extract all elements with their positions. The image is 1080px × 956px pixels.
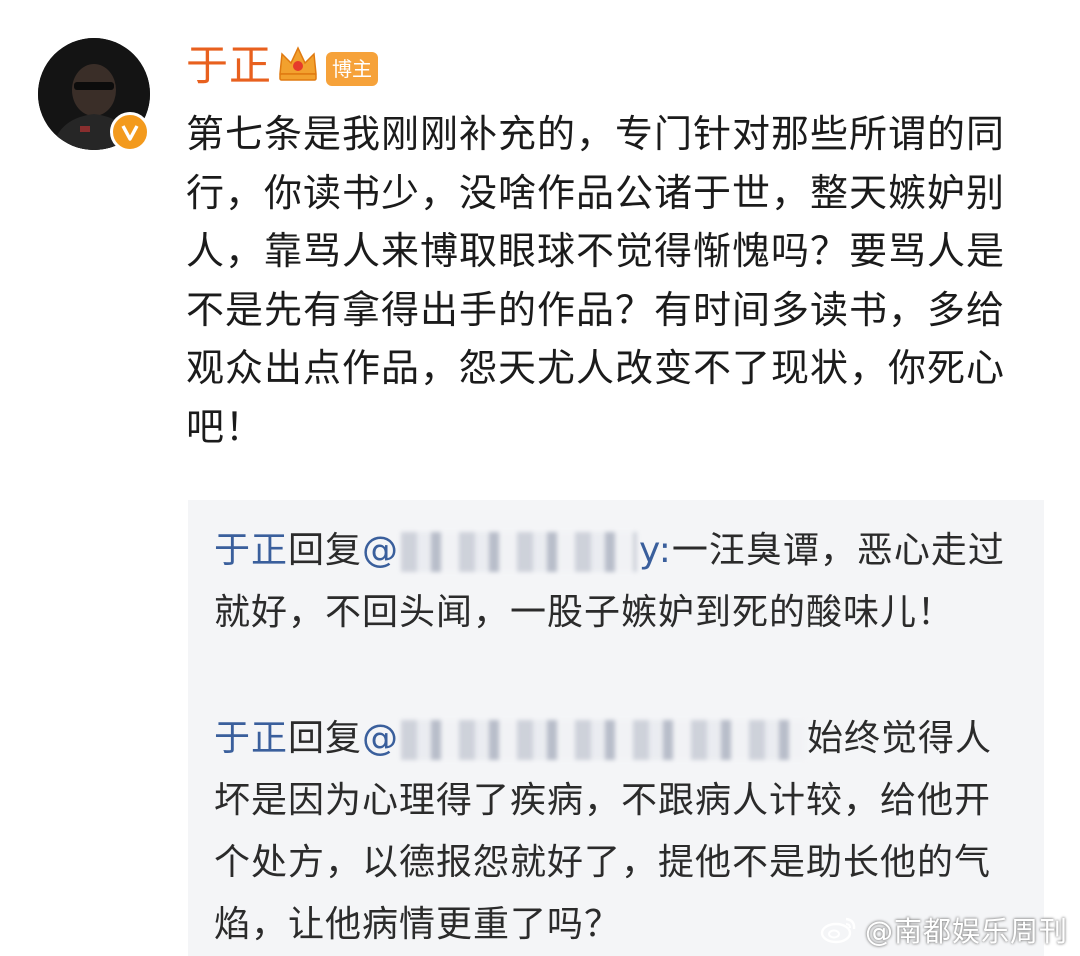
verified-v-icon [110, 112, 150, 152]
reply-verb: 回复 [288, 718, 363, 759]
reply-item: 于正回复@ y:一汪臭谭，恶心走过就好，不回头闻，一股子嫉妒到死的酸味儿！ [214, 520, 1014, 644]
reply-author[interactable]: 于正 [214, 718, 288, 759]
watermark: @南都娱乐周刊 [819, 912, 1068, 948]
weibo-post-card: 于正 博主 第七条是我刚刚补充的，专门针对那些所谓的同行，你读书少，没啥作品公诸… [0, 0, 1080, 956]
weibo-logo-icon [820, 917, 856, 944]
reply-mention[interactable]: @ y: [362, 530, 672, 572]
reply-verb: 回复 [288, 530, 363, 571]
blogger-badge: 博主 [326, 52, 378, 86]
crown-icon [279, 46, 317, 81]
reply-author[interactable]: 于正 [214, 530, 288, 571]
reply-mention[interactable]: @ [362, 718, 807, 760]
watermark-text: @南都娱乐周刊 [864, 915, 1068, 948]
blurred-username [401, 532, 638, 572]
post-text: 第七条是我刚刚补充的，专门针对那些所谓的同行，你读书少，没啥作品公诸于世，整天嫉… [186, 112, 1006, 449]
quoted-replies-panel: 于正回复@ y:一汪臭谭，恶心走过就好，不回头闻，一股子嫉妒到死的酸味儿！ 于正回… [188, 500, 1044, 956]
username[interactable]: 于正 [186, 40, 272, 92]
blurred-username [401, 720, 806, 760]
